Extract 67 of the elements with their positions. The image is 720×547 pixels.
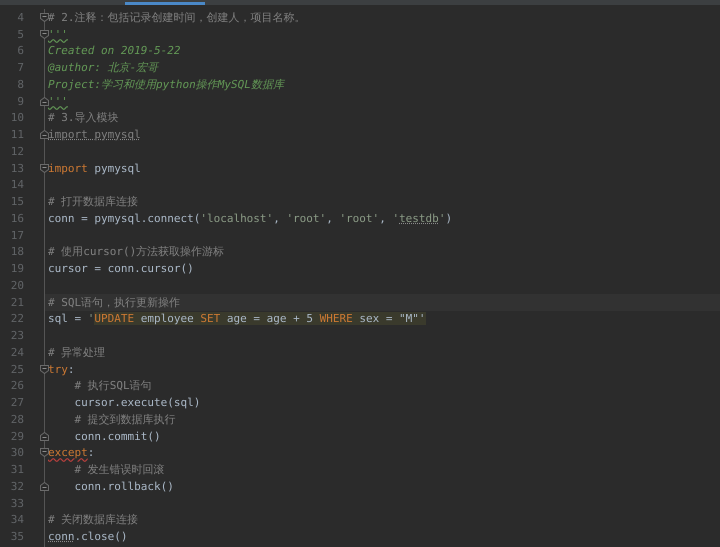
line-number: 20 (10, 280, 24, 291)
line-number: 16 (10, 212, 24, 224)
code-line: cursor.execute(sql) (73, 397, 200, 408)
code-comment: # 打开数据库连接 (48, 196, 138, 208)
code-line: Created on 2019-5-22 (48, 45, 180, 56)
fold-marker-icon[interactable] (40, 12, 48, 22)
line-number: 8 (16, 78, 24, 90)
line-number: 35 (10, 531, 24, 542)
code-comment: # 提交到数据库执行 (73, 414, 176, 425)
code-line: ''' (48, 96, 68, 107)
line-number: 26 (10, 380, 24, 392)
code-line: import pymysql (48, 162, 141, 174)
line-number: 11 (10, 129, 24, 140)
code-comment: # 关闭数据库连接 (48, 514, 138, 526)
line-number: 28 (10, 414, 24, 425)
line-number: 25 (10, 364, 24, 375)
code-line: conn.commit() (73, 430, 161, 442)
line-number: 21 (10, 296, 24, 308)
code-line: conn.rollback() (73, 480, 174, 492)
code-line: import pymysql (48, 129, 141, 140)
fold-marker-icon[interactable] (40, 482, 48, 491)
code-line: Project:学习和使用python操作MySQL数据库 (48, 78, 284, 90)
line-number: 30 (10, 447, 24, 458)
line-number: 31 (10, 464, 24, 476)
line-number: 4 (16, 12, 24, 23)
line-number: 22 (10, 313, 24, 324)
line-number: 33 (10, 498, 24, 509)
line-number: 24 (10, 346, 24, 358)
code-line: try: (48, 364, 74, 375)
line-number: 13 (10, 162, 24, 174)
fold-marker-icon[interactable] (40, 30, 48, 39)
fold-marker-icon[interactable] (40, 164, 48, 173)
line-number: 7 (16, 62, 24, 74)
code-comment: # SQL语句，执行更新操作 (48, 296, 180, 308)
fold-marker-icon[interactable] (40, 130, 48, 140)
line-number: 34 (10, 514, 24, 526)
code-comment: # 3.导入模块 (48, 112, 118, 124)
code-line: cursor = conn.cursor() (48, 263, 194, 274)
line-number: 18 (10, 246, 24, 258)
code-comment: # 异常处理 (48, 346, 106, 358)
line-number: 19 (10, 263, 24, 274)
line-number: 14 (10, 179, 24, 190)
line-number: 27 (10, 397, 24, 408)
fold-marker-icon[interactable] (40, 432, 48, 441)
code-line: ''' (48, 28, 68, 40)
code-line: conn = pymysql.connect('localhost', 'root', 'root', 'testdb') (48, 212, 452, 224)
line-number: 10 (10, 112, 24, 124)
code-comment: # 执行SQL语句 (73, 380, 152, 392)
line-number: 6 (16, 45, 24, 56)
line-number: 5 (16, 28, 24, 40)
fold-marker-icon[interactable] (40, 448, 48, 458)
line-number: 15 (10, 196, 24, 208)
line-number: 9 (16, 96, 24, 107)
line-number: 32 (10, 480, 24, 492)
code-comment: # 发生错误时回滚 (73, 464, 165, 476)
fold-marker-icon[interactable] (40, 364, 48, 374)
code-comment: # 2.注释：包括记录创建时间，创建人，项目名称。 (48, 12, 306, 23)
line-number: 12 (10, 146, 24, 157)
code-comment: # 使用cursor()方法获取操作游标 (48, 246, 224, 258)
line-number: 17 (10, 230, 24, 241)
line-number: 29 (10, 430, 24, 442)
code-line: sql = 'UPDATE employee SET age = age + 5 WHERE sex = "M"' (48, 313, 426, 324)
code-line: except: (48, 447, 94, 458)
fold-marker-icon[interactable] (40, 96, 48, 106)
code-line: conn.close() (48, 531, 128, 542)
code-line: @author: 北京-宏哥 (48, 62, 158, 74)
line-number: 23 (10, 330, 24, 342)
